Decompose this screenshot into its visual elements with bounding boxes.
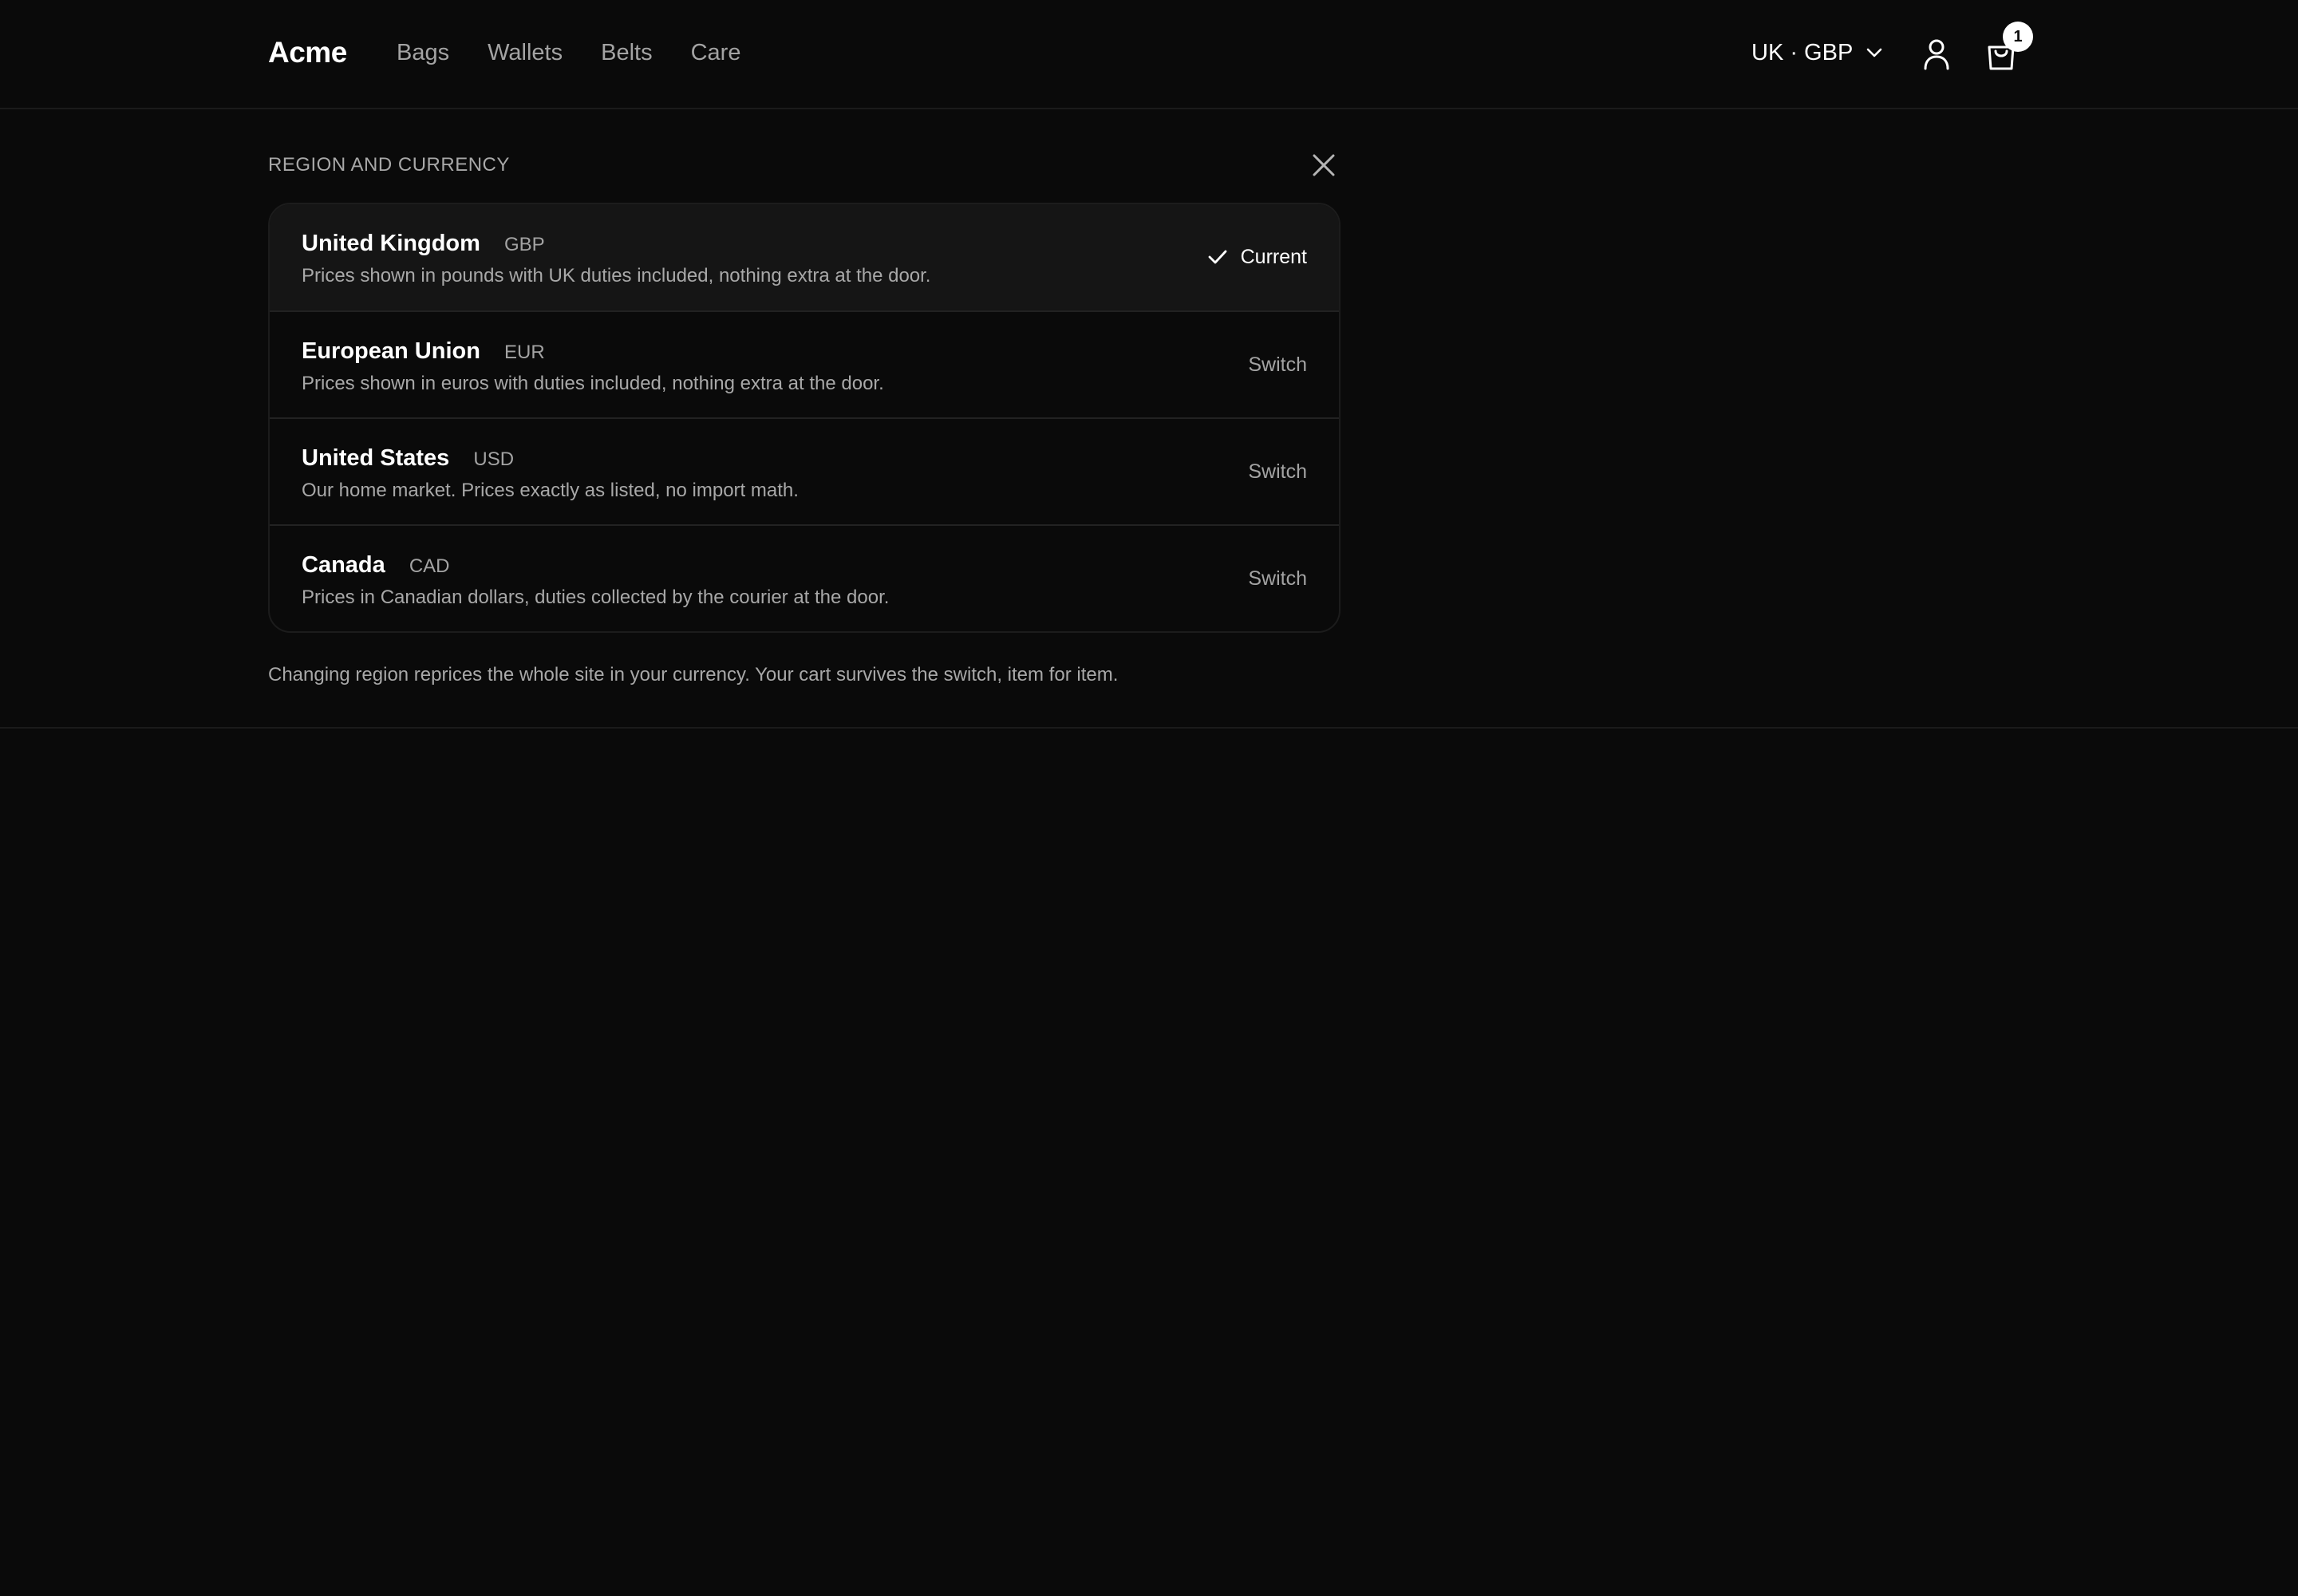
- nav-item-belts[interactable]: Belts: [601, 38, 652, 67]
- check-icon: [1208, 250, 1227, 264]
- switch-button[interactable]: Switch: [1248, 566, 1307, 591]
- switch-button[interactable]: Switch: [1248, 459, 1307, 484]
- region-option-united-kingdom[interactable]: United Kingdom GBP Prices shown in pound…: [270, 204, 1339, 310]
- chevron-down-icon: [1867, 48, 1882, 57]
- region-name-label: United Kingdom: [302, 231, 480, 256]
- user-icon: [1924, 39, 1949, 70]
- current-label: Current: [1240, 246, 1307, 268]
- region-selector-label: UK · GBP: [1751, 40, 1854, 65]
- region-name: Canada CAD: [302, 551, 450, 581]
- region-name-label: Canada: [302, 552, 385, 578]
- nav-item-bags[interactable]: Bags: [397, 38, 449, 67]
- region-name: European Union EUR: [302, 337, 545, 367]
- region-option-european-union[interactable]: European Union EUR Prices shown in euros…: [270, 310, 1339, 417]
- cart-count-badge: 1: [2003, 22, 2033, 52]
- region-currency-panel: REGION AND CURRENCY United Kingdom GBP P…: [0, 109, 2298, 729]
- nav-item-care[interactable]: Care: [691, 38, 741, 67]
- region-list: United Kingdom GBP Prices shown in pound…: [268, 203, 1340, 633]
- logo[interactable]: Acme: [268, 35, 347, 70]
- region-name: United States USD: [302, 444, 514, 474]
- panel-title: REGION AND CURRENCY: [268, 154, 510, 176]
- region-description: Our home market. Prices exactly as liste…: [302, 480, 799, 501]
- main-nav: Bags Wallets Belts Care: [397, 38, 779, 67]
- region-description: Prices shown in euros with duties includ…: [302, 373, 884, 394]
- switch-button[interactable]: Switch: [1248, 352, 1307, 377]
- region-footnote: Changing region reprices the whole site …: [268, 664, 1119, 685]
- region-name: United Kingdom GBP: [302, 229, 545, 259]
- region-description: Prices in Canadian dollars, duties colle…: [302, 587, 890, 608]
- currency-code: CAD: [409, 555, 450, 577]
- currency-code: GBP: [503, 234, 545, 255]
- close-button[interactable]: [1312, 153, 1336, 181]
- region-description: Prices shown in pounds with UK duties in…: [302, 265, 931, 286]
- region-name-label: European Union: [302, 338, 480, 364]
- close-icon: [1313, 154, 1335, 176]
- nav-item-wallets[interactable]: Wallets: [488, 38, 563, 67]
- account-button[interactable]: [1919, 37, 1954, 76]
- region-option-canada[interactable]: Canada CAD Prices in Canadian dollars, d…: [270, 524, 1339, 631]
- site-header: Acme Bags Wallets Belts Care UK · GBP 1: [0, 0, 2298, 109]
- current-region-indicator: Current: [1207, 244, 1307, 270]
- currency-code: USD: [473, 448, 515, 470]
- region-name-label: United States: [302, 445, 450, 471]
- currency-code: EUR: [504, 342, 545, 363]
- region-option-united-states[interactable]: United States USD Our home market. Price…: [270, 417, 1339, 524]
- region-selector-button[interactable]: UK · GBP: [1751, 38, 1883, 68]
